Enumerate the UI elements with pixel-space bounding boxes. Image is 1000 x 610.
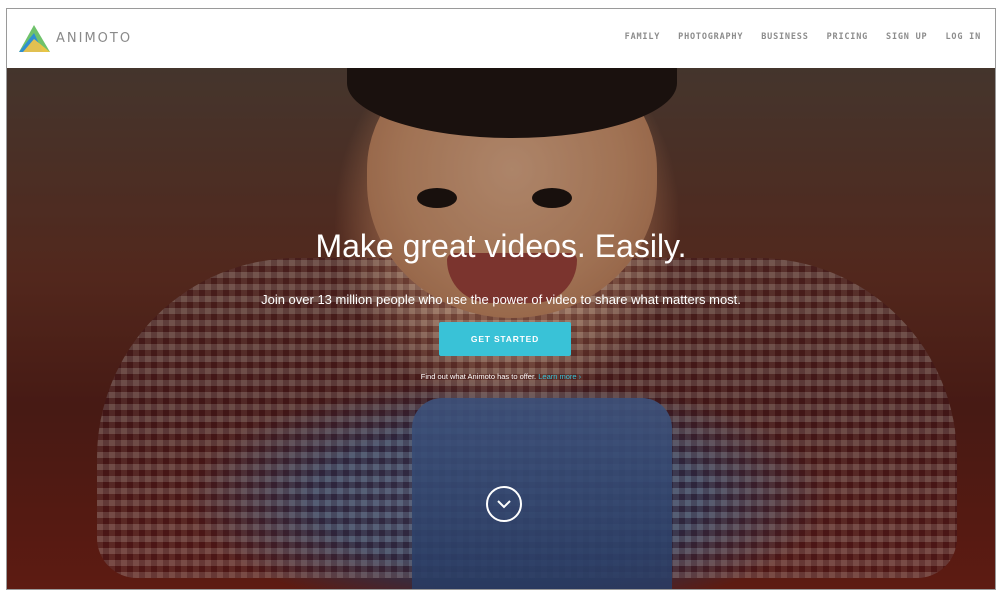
top-navbar: ANIMOTO FAMILY PHOTOGRAPHY BUSINESS PRIC…: [7, 9, 995, 69]
scroll-down-button[interactable]: [486, 486, 522, 522]
brand-logo[interactable]: ANIMOTO: [19, 23, 132, 53]
browser-frame: ANIMOTO FAMILY PHOTOGRAPHY BUSINESS PRIC…: [6, 8, 996, 590]
learn-more-link[interactable]: Learn more ›: [538, 372, 581, 381]
nav-item-sign-up[interactable]: SIGN UP: [886, 32, 927, 42]
brand-name: ANIMOTO: [56, 30, 133, 46]
hero-title: Make great videos. Easily.: [315, 228, 687, 264]
nav-item-pricing[interactable]: PRICING: [827, 32, 868, 42]
nav-item-photography[interactable]: PHOTOGRAPHY: [678, 32, 743, 42]
get-started-button[interactable]: GET STARTED: [439, 322, 571, 356]
nav-item-family[interactable]: FAMILY: [625, 32, 661, 42]
chevron-down-icon: [497, 500, 511, 509]
animoto-logo-icon: [19, 24, 50, 52]
learn-more-text: Find out what Animoto has to offer.: [420, 372, 537, 381]
hero-subtitle: Join over 13 million people who use the …: [261, 292, 741, 307]
nav-item-business[interactable]: BUSINESS: [761, 32, 808, 42]
nav-item-log-in[interactable]: LOG IN: [945, 32, 981, 42]
hero-section: Make great videos. Easily. Join over 13 …: [7, 68, 995, 589]
main-nav: FAMILY PHOTOGRAPHY BUSINESS PRICING SIGN…: [607, 32, 981, 42]
learn-more-line: Find out what Animoto has to offer. Lear…: [7, 372, 995, 381]
